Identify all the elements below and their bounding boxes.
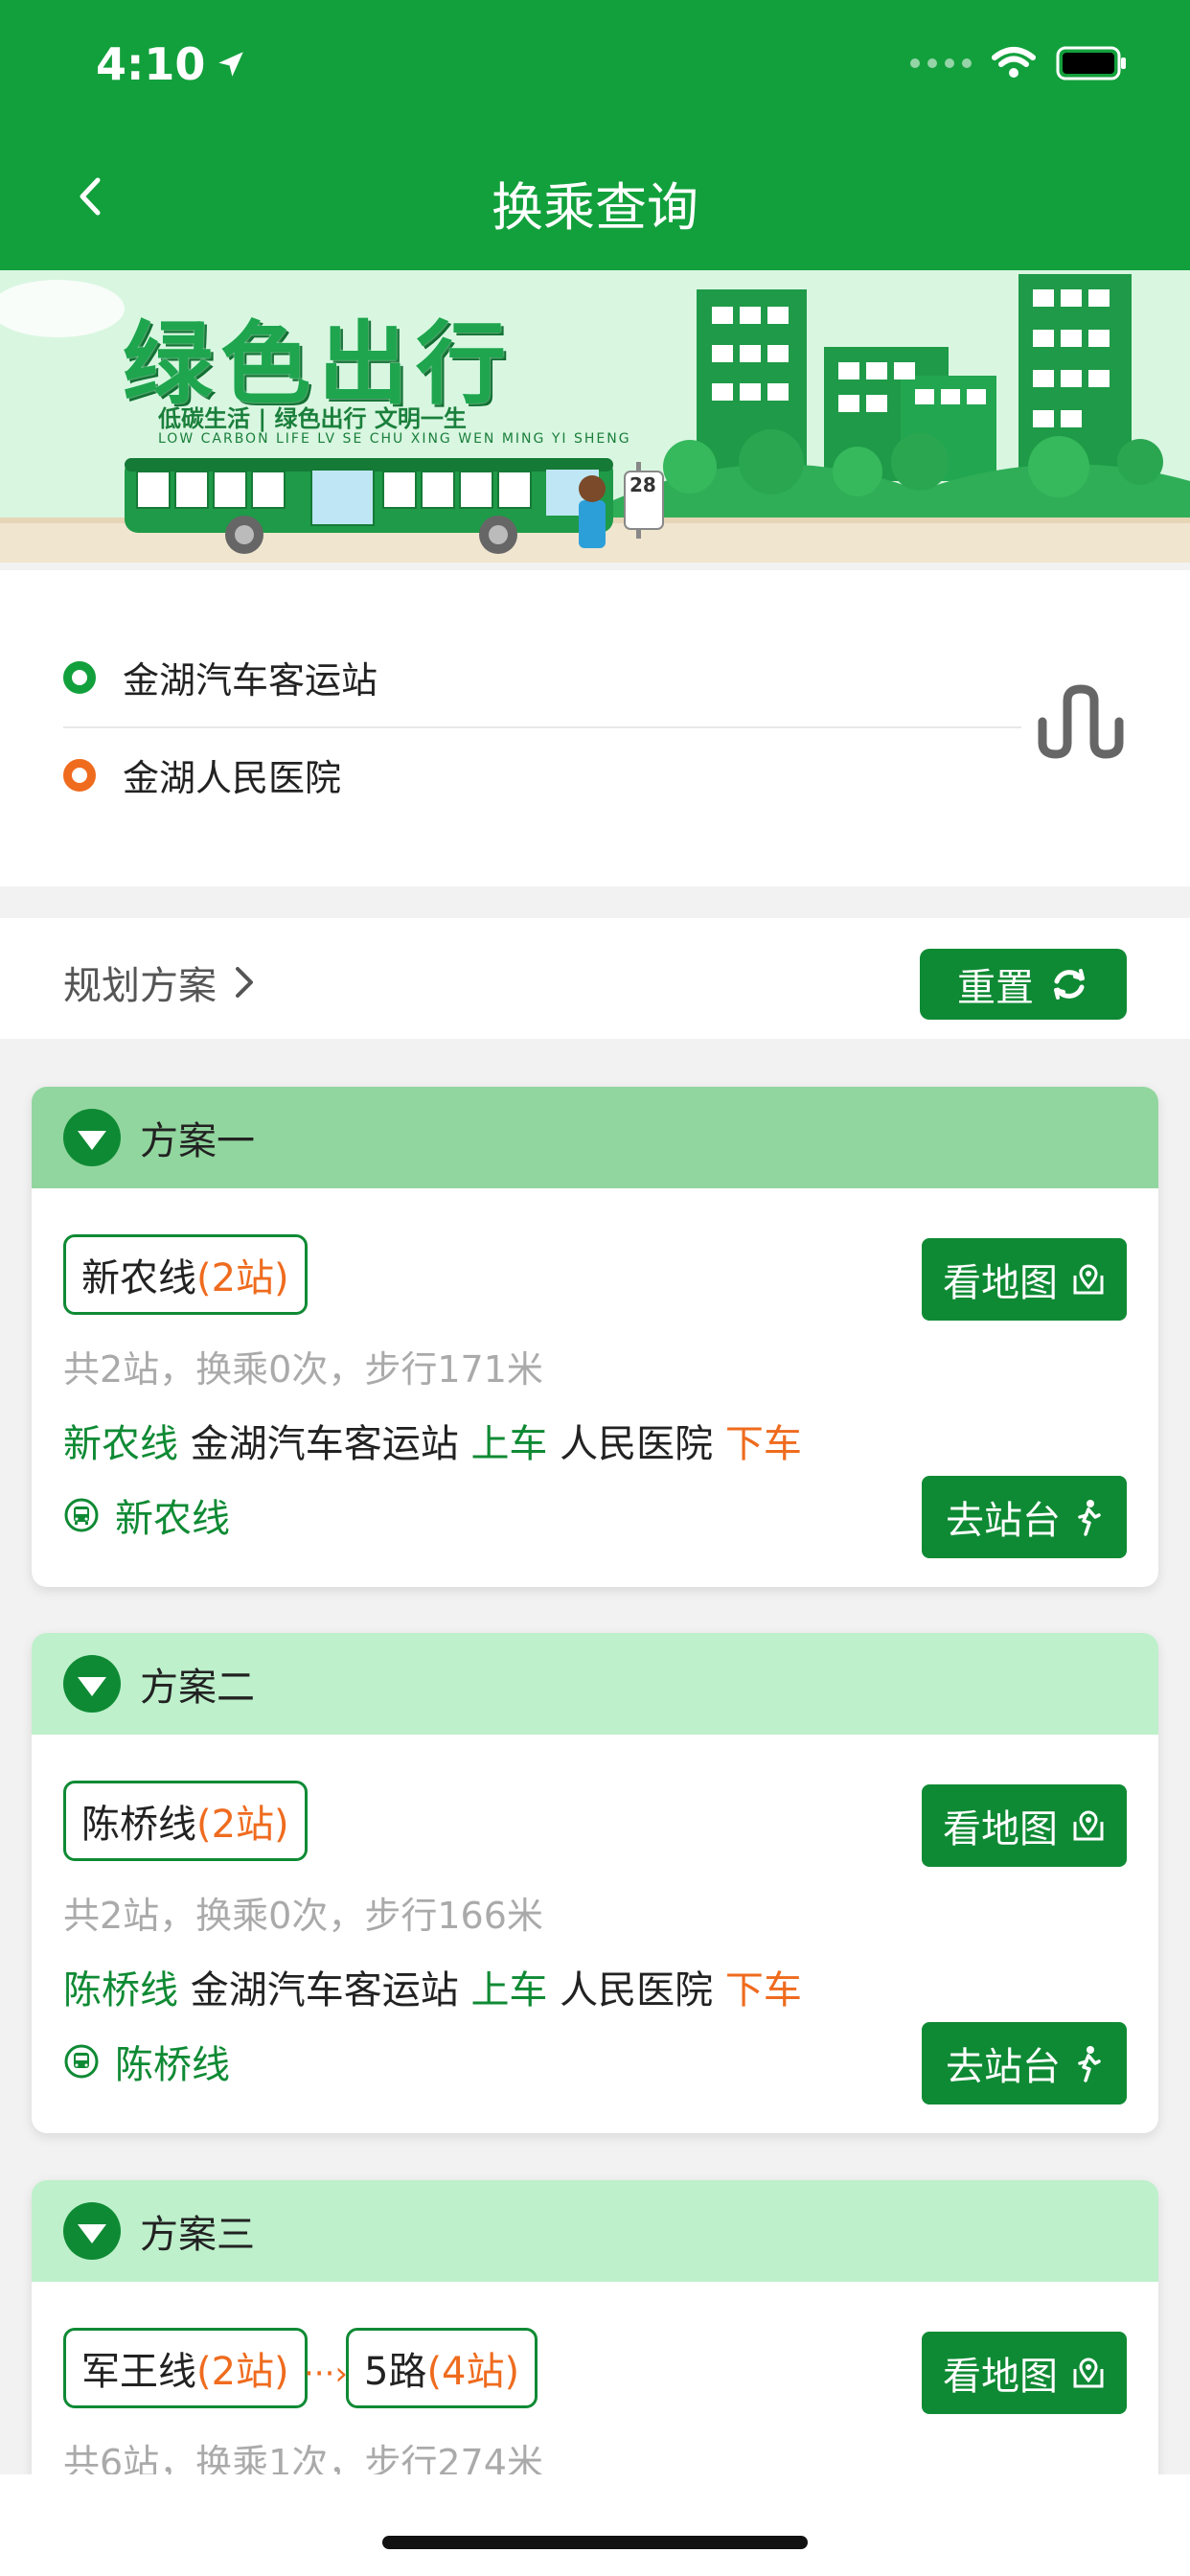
destination-row[interactable]: 金湖人民医院 — [63, 748, 341, 801]
origin-text: 金湖汽车客运站 — [123, 659, 378, 702]
home-indicator[interactable] — [382, 2536, 808, 2549]
plan-card-2: 方案二 陈桥线 (2站) 看地图 共2站，换乘0次，步行166米 陈桥线 金湖汽车… — [32, 1633, 1158, 2133]
line-tag: 5路 (4站) — [346, 2328, 538, 2408]
planning-options-link[interactable]: 规划方案 — [63, 954, 257, 1010]
plan-detail: 新农线 金湖汽车客运站 上车 人民医院 下车 — [63, 1422, 802, 1466]
plan-detail: 陈桥线 金湖汽车客运站 上车 人民医院 下车 — [63, 1968, 802, 2012]
plan-card-header[interactable]: 方案一 — [32, 1087, 1158, 1188]
origin-dot-icon — [63, 660, 96, 694]
bottom-safe-area — [0, 2474, 1190, 2576]
bus-stop-number: 28 — [629, 473, 656, 496]
view-map-button[interactable]: 看地图 — [922, 2332, 1127, 2414]
destination-text: 金湖人民医院 — [123, 757, 342, 799]
collapse-icon[interactable] — [63, 1655, 121, 1713]
chevron-right-icon — [236, 967, 253, 998]
swap-route-icon[interactable] — [1035, 683, 1127, 760]
plan-card-header[interactable]: 方案二 — [32, 1633, 1158, 1735]
planning-options-label: 规划方案 — [63, 964, 217, 1008]
bus-icon — [64, 1498, 99, 1532]
battery-icon — [1056, 46, 1126, 80]
plan-card-1: 方案一 新农线 (2站) 看地图 共2站，换乘0次，步行171米 新农线 金湖汽车… — [32, 1087, 1158, 1587]
destination-dot-icon — [63, 758, 96, 792]
transfer-arrow-icon: ···› — [304, 2355, 349, 2393]
map-pin-icon — [1073, 1264, 1104, 1295]
go-station-button[interactable]: 去站台 — [922, 2022, 1127, 2104]
walk-icon — [1078, 1500, 1101, 1536]
plan-name: 方案一 — [140, 1119, 255, 1163]
signal-icon — [910, 58, 972, 68]
banner-slogan: 低碳生活 | 绿色出行 文明一生 — [158, 405, 467, 432]
line-tag: 陈桥线 (2站) — [63, 1781, 308, 1861]
collapse-icon[interactable] — [63, 2202, 121, 2260]
walk-icon — [1078, 2046, 1101, 2082]
status-indicators — [910, 46, 1129, 80]
plan-summary: 共2站，换乘0次，步行166米 — [63, 1895, 543, 1937]
plan-summary: 共2站，换乘0次，步行171米 — [63, 1348, 543, 1391]
view-map-button[interactable]: 看地图 — [922, 1784, 1127, 1867]
route-divider — [63, 726, 1021, 728]
bus-icon — [64, 2044, 99, 2079]
reset-label: 重置 — [957, 966, 1034, 1010]
view-map-button[interactable]: 看地图 — [922, 1238, 1127, 1321]
banner-slogan-en: LOW CARBON LIFE LV SE CHU XING WEN MING … — [158, 431, 631, 447]
plan-card-header[interactable]: 方案三 — [32, 2180, 1158, 2282]
bus-line-info: 陈桥线 — [63, 2034, 230, 2089]
refresh-icon — [1054, 969, 1085, 1000]
wifi-icon — [992, 47, 1036, 78]
plan-name: 方案三 — [140, 2213, 255, 2257]
page-title: 换乘查询 — [492, 177, 698, 238]
line-tag: 军王线 (2站) — [63, 2328, 308, 2408]
go-station-button[interactable]: 去站台 — [922, 1476, 1127, 1558]
nav-header: 4:10 换乘查询 — [0, 0, 1190, 270]
route-section: 金湖汽车客运站 金湖人民医院 — [0, 570, 1190, 886]
line-tag: 新农线 (2站) — [63, 1234, 308, 1315]
map-pin-icon — [1073, 2358, 1104, 2388]
reset-button[interactable]: 重置 — [920, 949, 1127, 1020]
status-time: 4:10 — [96, 38, 247, 90]
plan-name: 方案二 — [140, 1666, 255, 1710]
plan-bar: 规划方案 重置 — [0, 918, 1190, 1039]
collapse-icon[interactable] — [63, 1109, 121, 1166]
bus-line-info: 新农线 — [63, 1487, 230, 1543]
origin-row[interactable]: 金湖汽车客运站 — [63, 651, 378, 703]
green-travel-banner: 绿色出行 低碳生活 | 绿色出行 文明一生 LOW CARBON LIFE LV… — [0, 270, 1190, 563]
location-arrow-icon — [218, 52, 244, 77]
map-pin-icon — [1073, 1810, 1104, 1841]
